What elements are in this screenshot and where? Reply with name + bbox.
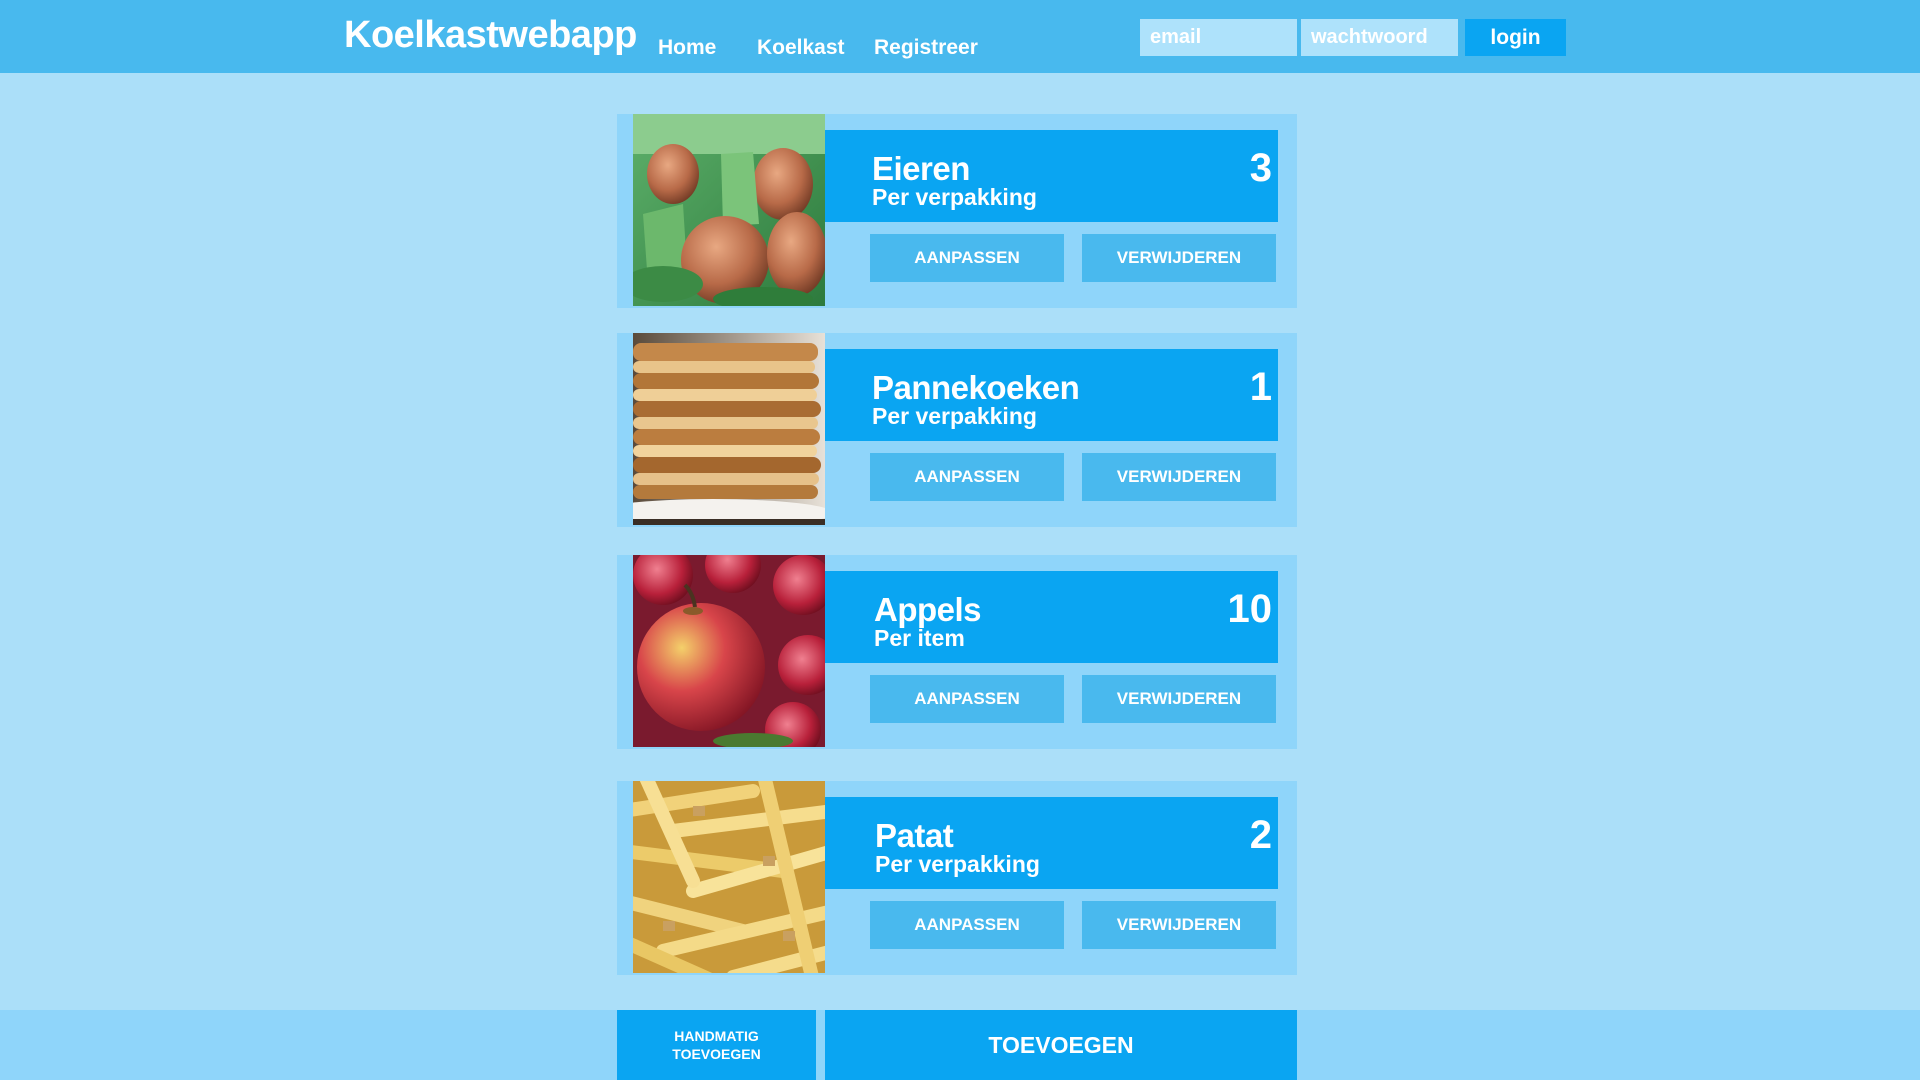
- item-name: Pannekoeken: [872, 369, 1080, 406]
- item-banner: Eieren Per verpakking 3: [825, 130, 1278, 222]
- login-button[interactable]: login: [1465, 19, 1566, 56]
- pancakes-photo: [633, 333, 825, 525]
- item-name: Patat: [875, 817, 954, 854]
- edit-button[interactable]: AANPASSEN: [870, 453, 1064, 501]
- item-banner: Appels Per item 10: [825, 571, 1278, 663]
- password-input[interactable]: [1301, 19, 1458, 56]
- fridge-item-card: Patat Per verpakking 2 AANPASSEN VERWIJD…: [617, 781, 1297, 975]
- delete-button[interactable]: VERWIJDEREN: [1082, 234, 1276, 282]
- delete-button[interactable]: VERWIJDEREN: [1082, 901, 1276, 949]
- delete-button[interactable]: VERWIJDEREN: [1082, 453, 1276, 501]
- edit-button[interactable]: AANPASSEN: [870, 234, 1064, 282]
- item-count: 10: [1227, 587, 1273, 631]
- fridge-item-card: Eieren Per verpakking 3 AANPASSEN VERWIJ…: [617, 114, 1297, 308]
- eggs-photo: [633, 114, 825, 306]
- fridge-item-card: Pannekoeken Per verpakking 1 AANPASSEN V…: [617, 333, 1297, 527]
- app-brand[interactable]: Koelkastwebapp: [344, 14, 637, 57]
- edit-button[interactable]: AANPASSEN: [870, 901, 1064, 949]
- manual-add-button[interactable]: HANDMATIG TOEVOEGEN: [617, 1010, 816, 1080]
- nav-registreer[interactable]: Registreer: [874, 36, 978, 60]
- item-banner: Pannekoeken Per verpakking 1: [825, 349, 1278, 441]
- item-count: 2: [1249, 813, 1272, 857]
- fridge-item-card: Appels Per item 10 AANPASSEN VERWIJDEREN: [617, 555, 1297, 749]
- fries-photo: [633, 781, 825, 973]
- item-name: Appels: [874, 591, 982, 628]
- footer-bar: HANDMATIG TOEVOEGEN TOEVOEGEN: [0, 1010, 1920, 1080]
- item-unit: Per verpakking: [872, 184, 1037, 210]
- add-button[interactable]: TOEVOEGEN: [825, 1010, 1297, 1080]
- delete-button[interactable]: VERWIJDEREN: [1082, 675, 1276, 723]
- item-name: Eieren: [872, 150, 970, 187]
- item-unit: Per verpakking: [875, 851, 1040, 877]
- nav-home[interactable]: Home: [658, 36, 716, 60]
- item-count: 1: [1249, 365, 1272, 409]
- edit-button[interactable]: AANPASSEN: [870, 675, 1064, 723]
- item-unit: Per verpakking: [872, 403, 1037, 429]
- email-input[interactable]: [1140, 19, 1297, 56]
- nav-koelkast[interactable]: Koelkast: [757, 36, 845, 60]
- top-navigation-bar: Koelkastwebapp Home Koelkast Registreer …: [0, 0, 1920, 73]
- item-unit: Per item: [874, 625, 965, 651]
- item-count: 3: [1249, 146, 1272, 190]
- apples-photo: [633, 555, 825, 747]
- item-banner: Patat Per verpakking 2: [825, 797, 1278, 889]
